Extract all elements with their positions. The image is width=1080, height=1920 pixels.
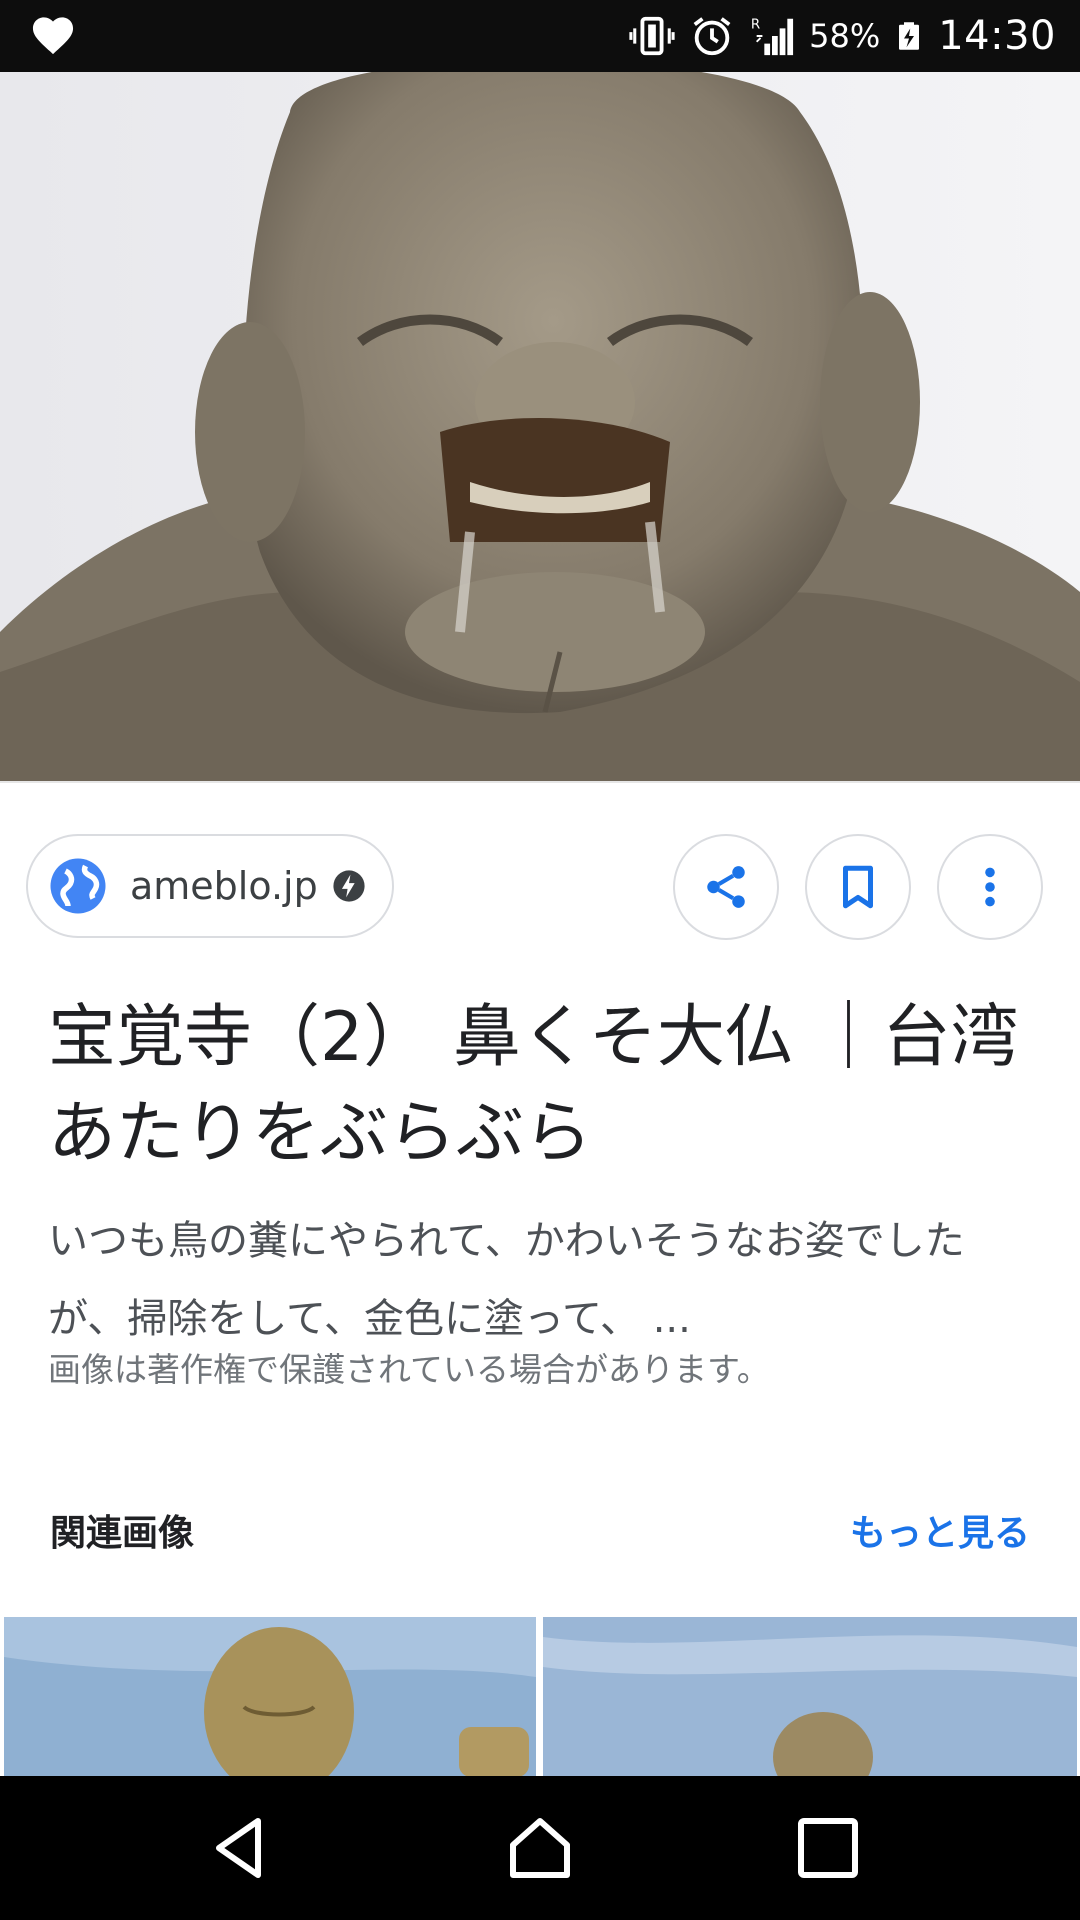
share-icon: [707, 866, 745, 908]
alarm-icon: [693, 17, 731, 56]
save-button[interactable]: [805, 834, 911, 940]
battery-percentage: 58%: [809, 17, 881, 55]
signal-roaming-icon: R: [751, 17, 794, 56]
clock: 14:30: [938, 13, 1056, 59]
more-vert-icon: [985, 867, 995, 907]
vibrate-icon: [629, 16, 675, 56]
home-icon[interactable]: [504, 1812, 576, 1884]
more-options-button[interactable]: [937, 834, 1043, 940]
globe-icon: [50, 858, 106, 914]
battery-charging-icon: [899, 22, 920, 50]
source-label: ameblo.jp: [130, 864, 318, 908]
status-icons: R 58% 14:30: [629, 0, 1056, 72]
navigation-bar: [0, 1776, 1080, 1920]
heart-icon: [32, 17, 74, 55]
buddha-statue-image: [0, 72, 1080, 781]
svg-text:R: R: [751, 17, 760, 32]
amp-bolt-icon: [333, 870, 365, 902]
related-images-heading: 関連画像: [50, 1513, 195, 1554]
result-title[interactable]: 宝覚寺（2） 鼻くそ大仏 ｜台湾あたりをぶらぶら: [48, 990, 1038, 1182]
copyright-notice: 画像は著作権で保護されている場合があります。: [48, 1350, 770, 1389]
see-more-link[interactable]: もっと見る: [850, 1504, 1030, 1556]
share-button[interactable]: [673, 834, 779, 940]
back-icon[interactable]: [204, 1812, 276, 1884]
result-snippet: いつも鳥の糞にやられて、かわいそうなお姿でしたが、掃除をして、金色に塗って、 .…: [48, 1218, 965, 1342]
image-divider: [0, 781, 1080, 783]
related-image-thumb[interactable]: [4, 1617, 536, 1777]
related-image-thumb[interactable]: [543, 1617, 1077, 1777]
recents-icon[interactable]: [792, 1812, 864, 1884]
status-bar: R 58% 14:30: [0, 0, 1080, 72]
result-image[interactable]: [0, 72, 1080, 781]
source-chip[interactable]: ameblo.jp: [26, 834, 394, 938]
bookmark-icon: [843, 865, 873, 909]
